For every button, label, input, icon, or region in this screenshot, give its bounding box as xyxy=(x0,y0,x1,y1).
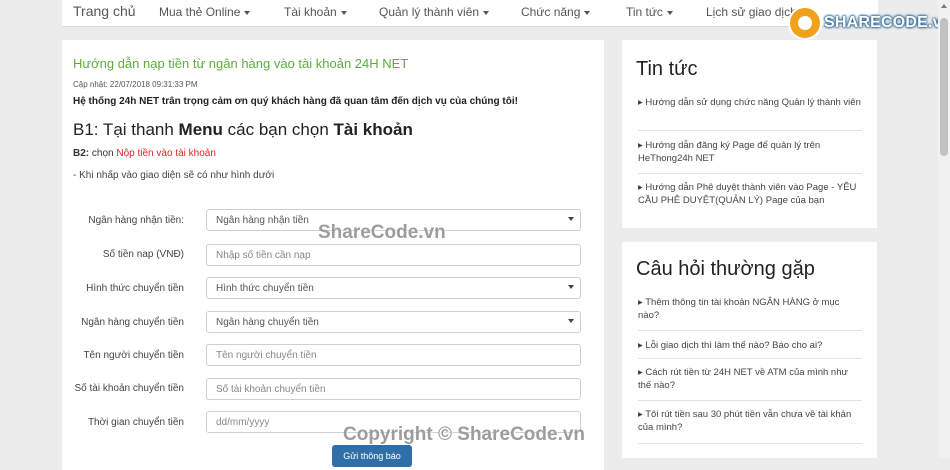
transfer-time-input[interactable]: dd/mm/yyyy xyxy=(206,411,581,433)
sharecode-logo: SHARECODE.vn xyxy=(790,8,950,42)
dropdown-arrow-icon xyxy=(568,319,574,323)
faq-item[interactable]: ▸ Tôi rút tiền sau 30 phút tiền vẫn chưa… xyxy=(638,408,862,434)
news-title: Tin tức xyxy=(636,58,698,80)
nav-item-buy-card[interactable]: Mua thẻ Online xyxy=(159,5,251,19)
dropdown-arrow-icon xyxy=(568,285,574,289)
news-panel: Tin tức ▸ Hướng dẫn sử dụng chức năng Qu… xyxy=(622,40,877,228)
faq-item[interactable]: ▸ Thêm thông tin tài khoản NGÂN HÀNG ở m… xyxy=(638,296,862,322)
caret-down-icon xyxy=(584,10,591,15)
divider xyxy=(638,400,862,401)
top-navbar: Trang chủ Mua thẻ Online Tài khoản Quản … xyxy=(62,0,878,27)
scrollbar-thumb[interactable] xyxy=(940,18,948,156)
news-item[interactable]: ▸ Hướng dẫn Phê duyệt thành viên vào Pag… xyxy=(638,181,862,207)
nav-item-account[interactable]: Tài khoản xyxy=(284,5,347,19)
caret-down-icon xyxy=(244,10,251,15)
divider xyxy=(638,443,862,444)
label-transfer-time: Thời gian chuyển tiền xyxy=(87,417,184,428)
faq-item[interactable]: ▸ Cách rút tiền từ 24H NET về ATM của mì… xyxy=(638,366,862,392)
sending-bank-select[interactable]: Ngân hàng chuyển tiền xyxy=(206,311,581,333)
divider xyxy=(638,358,862,359)
news-item[interactable]: ▸ Hướng dẫn đăng ký Page để quản lý trên… xyxy=(638,139,862,165)
label-sender-account: Số tài khoản chuyển tiền xyxy=(74,383,184,394)
scroll-up-arrow-icon[interactable] xyxy=(941,4,947,8)
submit-notification-button[interactable]: Gửi thông báo xyxy=(332,445,412,467)
news-item[interactable]: ▸ Hướng dẫn sử dụng chức năng Quản lý th… xyxy=(638,96,862,109)
amount-input[interactable]: Nhập số tiền cần nạp xyxy=(206,244,581,266)
caret-down-icon xyxy=(666,10,673,15)
label-sender-name: Tên người chuyển tiền xyxy=(83,350,184,361)
page-scrollbar[interactable] xyxy=(938,0,950,458)
label-receiving-bank: Ngân hàng nhận tiền: xyxy=(88,215,184,226)
logo-icon xyxy=(790,8,820,38)
faq-panel: Câu hỏi thường gặp ▸ Thêm thông tin tài … xyxy=(622,242,877,458)
logo-text: SHARECODE.vn xyxy=(824,14,950,31)
hint-text: - Khi nhấp vào giao diện sẽ có như hình … xyxy=(73,170,275,181)
step1-heading: B1: Tại thanh Menu các bạn chọn Tài khoả… xyxy=(73,120,413,139)
label-amount: Số tiền nap (VNĐ) xyxy=(102,249,184,260)
receiving-bank-select[interactable]: Ngân hàng nhận tiền xyxy=(206,209,581,231)
nav-home-link[interactable]: Trang chủ xyxy=(73,3,136,19)
divider xyxy=(638,130,862,131)
dropdown-arrow-icon xyxy=(568,217,574,221)
sender-name-input[interactable]: Tên người chuyển tiền xyxy=(206,344,581,366)
article-title: Hướng dẫn nạp tiền từ ngân hàng vào tài … xyxy=(73,56,409,71)
nav-item-members[interactable]: Quản lý thành viên xyxy=(379,5,490,19)
caret-down-icon xyxy=(483,10,490,15)
caret-down-icon xyxy=(340,10,347,15)
deposit-link[interactable]: Nộp tiền vào tài khoản xyxy=(116,148,216,159)
label-transfer-method: Hình thức chuyển tiền xyxy=(86,283,184,294)
updated-timestamp: Cập nhật: 22/07/2018 09:31:33 PM xyxy=(73,80,198,89)
faq-title: Câu hỏi thường gặp xyxy=(636,258,815,280)
nav-item-news[interactable]: Tin tức xyxy=(626,5,673,19)
step2-text: B2: chọn Nộp tiền vào tài khoản xyxy=(73,148,216,159)
divider xyxy=(638,330,862,331)
faq-item[interactable]: ▸ Lỗi giao dịch thì làm thế nào? Báo cho… xyxy=(638,339,862,352)
label-sending-bank: Ngân hàng chuyển tiền xyxy=(81,317,184,328)
main-article-panel: Hướng dẫn nạp tiền từ ngân hàng vào tài … xyxy=(62,40,604,470)
sender-account-input[interactable]: Số tài khoản chuyển tiền xyxy=(206,378,581,400)
nav-item-functions[interactable]: Chức năng xyxy=(521,5,591,19)
transfer-method-select[interactable]: Hình thức chuyển tiền xyxy=(206,277,581,299)
thanks-message: Hệ thống 24h NET trân trọng cảm ơn quý k… xyxy=(73,96,518,107)
divider xyxy=(638,173,862,174)
